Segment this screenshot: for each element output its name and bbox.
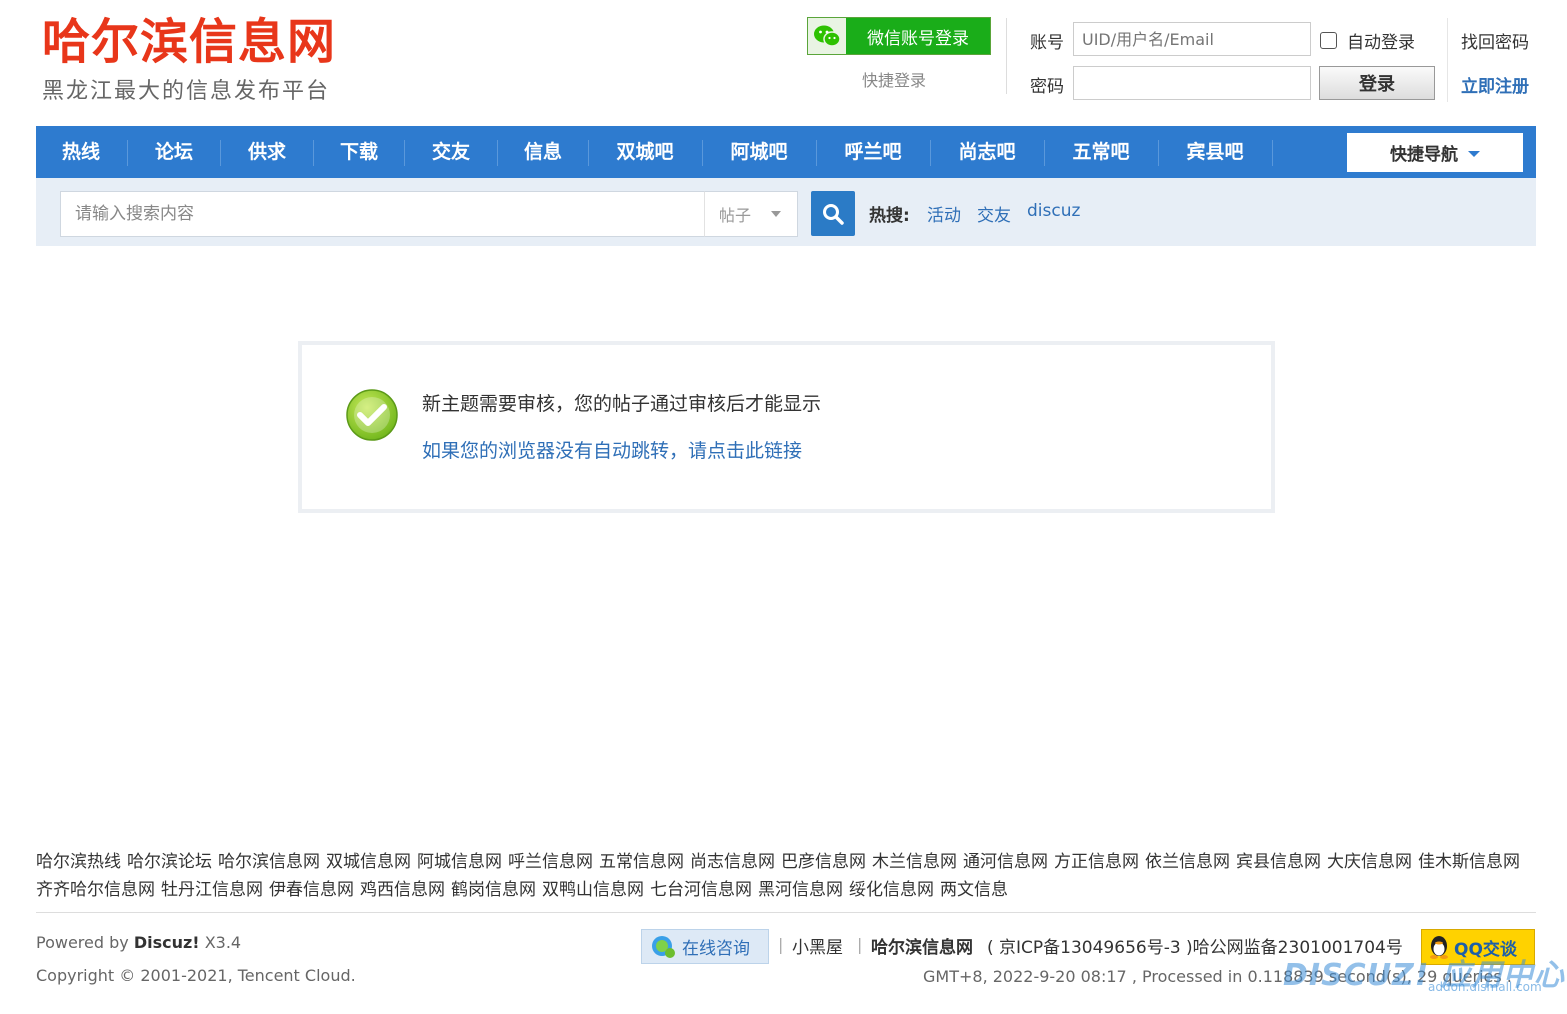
friend-link[interactable]: 通河信息网 xyxy=(963,852,1048,872)
nav-item-rexian[interactable]: 热线 xyxy=(36,126,126,178)
friend-link[interactable]: 两文信息 xyxy=(940,880,1008,900)
nav-item-hulan[interactable]: 呼兰吧 xyxy=(817,126,929,178)
friend-link[interactable]: 双城信息网 xyxy=(326,852,411,872)
quick-login-label: 快捷登录 xyxy=(862,71,927,90)
nav-item-jiaoyou[interactable]: 交友 xyxy=(405,126,497,178)
friend-link[interactable]: 阿城信息网 xyxy=(417,852,502,872)
friend-link[interactable]: 齐齐哈尔信息网 xyxy=(36,880,155,900)
quick-nav-dropdown[interactable]: 快捷导航 xyxy=(1347,133,1523,172)
friend-link[interactable]: 呼兰信息网 xyxy=(508,852,593,872)
online-consult-button[interactable]: 在线咨询 xyxy=(641,929,769,964)
nav-item-acheng[interactable]: 阿城吧 xyxy=(703,126,815,178)
site-logo-title[interactable]: 哈尔滨信息网 xyxy=(42,14,336,70)
friend-link[interactable]: 方正信息网 xyxy=(1054,852,1139,872)
friend-link[interactable]: 尚志信息网 xyxy=(690,852,775,872)
nav-item-xinxi[interactable]: 信息 xyxy=(498,126,588,178)
friend-link[interactable]: 哈尔滨论坛 xyxy=(127,852,212,872)
wechat-login-label: 微信账号登录 xyxy=(846,18,990,54)
friend-link[interactable]: 鹤岗信息网 xyxy=(451,880,536,900)
friend-link[interactable]: 五常信息网 xyxy=(599,852,684,872)
message-text: 新主题需要审核，您的帖子通过审核后才能显示 xyxy=(422,393,822,415)
login-button[interactable]: 登录 xyxy=(1319,66,1435,100)
password-label: 密码 xyxy=(1030,77,1064,97)
nav-item-binxian[interactable]: 宾县吧 xyxy=(1159,126,1271,178)
friend-link[interactable]: 哈尔滨热线 xyxy=(36,852,121,872)
copyright: Copyright © 2001-2021, Tencent Cloud. xyxy=(36,966,356,985)
watermark-url: addon.dismall.com xyxy=(1428,980,1542,994)
footer-separator: | xyxy=(857,935,863,954)
hot-search-label: 热搜: xyxy=(869,206,910,226)
quick-nav-label: 快捷导航 xyxy=(1390,145,1458,165)
friend-link[interactable]: 巴彦信息网 xyxy=(781,852,866,872)
friend-link[interactable]: 伊春信息网 xyxy=(269,880,354,900)
nav-item-wuchang[interactable]: 五常吧 xyxy=(1045,126,1157,178)
footer-separator: | xyxy=(778,935,784,954)
nav-item-shuangcheng[interactable]: 双城吧 xyxy=(589,126,701,178)
forgot-password-link[interactable]: 找回密码 xyxy=(1461,28,1529,53)
friend-link[interactable]: 牡丹江信息网 xyxy=(161,880,263,900)
search-button[interactable] xyxy=(811,191,855,236)
powered-by: Powered by Discuz! X3.4 xyxy=(36,933,241,952)
nav-item-luntan[interactable]: 论坛 xyxy=(128,126,220,178)
hot-search-link[interactable]: 交友 xyxy=(977,201,1011,226)
search-icon xyxy=(823,203,844,225)
wechat-login-button[interactable]: 微信账号登录 xyxy=(807,17,991,55)
search-type-value: 帖子 xyxy=(719,206,752,225)
chat-bubble-icon xyxy=(652,935,675,958)
powered-version: X3.4 xyxy=(199,933,242,952)
online-consult-label: 在线咨询 xyxy=(682,939,750,959)
redirect-link[interactable]: 如果您的浏览器没有自动跳转，请点击此链接 xyxy=(422,436,802,463)
search-type-select[interactable]: 帖子 xyxy=(704,191,798,237)
auto-login-checkbox[interactable] xyxy=(1320,32,1337,49)
nav-item-gongqiu[interactable]: 供求 xyxy=(221,126,313,178)
header-divider xyxy=(1006,18,1007,94)
header-divider-2 xyxy=(1447,18,1448,102)
friend-links: 哈尔滨热线 哈尔滨论坛 哈尔滨信息网 双城信息网 阿城信息网 呼兰信息网 五常信息网 尚志信息… xyxy=(36,848,1536,904)
nav-divider xyxy=(1272,140,1273,166)
friend-link[interactable]: 依兰信息网 xyxy=(1145,852,1230,872)
main-nav: 热线 论坛 供求 下载 交友 信息 双城吧 阿城吧 呼兰吧 尚志吧 五常吧 宾县… xyxy=(36,126,1536,178)
friend-link[interactable]: 宾县信息网 xyxy=(1236,852,1321,872)
friend-link[interactable]: 哈尔滨信息网 xyxy=(218,852,320,872)
nav-item-shangzhi[interactable]: 尚志吧 xyxy=(931,126,1043,178)
site-name-link[interactable]: 哈尔滨信息网 xyxy=(871,933,973,958)
friend-link[interactable]: 绥化信息网 xyxy=(849,880,934,900)
discuz-link[interactable]: Discuz! xyxy=(134,933,200,952)
friend-link[interactable]: 黑河信息网 xyxy=(758,880,843,900)
friend-link[interactable]: 双鸭山信息网 xyxy=(542,880,644,900)
nav-item-xiazai[interactable]: 下载 xyxy=(314,126,404,178)
friend-link[interactable]: 大庆信息网 xyxy=(1327,852,1412,872)
xiaoheiwu-link[interactable]: 小黑屋 xyxy=(792,933,843,958)
chevron-down-icon xyxy=(771,211,782,217)
account-label: 账号 xyxy=(1030,33,1064,53)
chevron-down-icon xyxy=(1468,151,1480,157)
wechat-icon xyxy=(808,18,846,54)
search-input[interactable]: 请输入搜索内容 xyxy=(60,191,705,237)
auto-login-label[interactable]: 自动登录 xyxy=(1347,28,1415,53)
register-link[interactable]: 立即注册 xyxy=(1461,72,1529,97)
account-input[interactable] xyxy=(1073,22,1311,56)
friend-link[interactable]: 七台河信息网 xyxy=(650,880,752,900)
powered-prefix: Powered by xyxy=(36,933,134,952)
password-input[interactable] xyxy=(1073,66,1311,100)
hot-search-link[interactable]: discuz xyxy=(1027,201,1080,221)
friend-link[interactable]: 鸡西信息网 xyxy=(360,880,445,900)
footer-divider xyxy=(36,912,1536,913)
friend-link[interactable]: 佳木斯信息网 xyxy=(1418,852,1520,872)
site-slogan: 黑龙江最大的信息发布平台 xyxy=(42,79,331,104)
message-box xyxy=(298,341,1275,513)
hot-search-link[interactable]: 活动 xyxy=(927,201,961,226)
friend-link[interactable]: 木兰信息网 xyxy=(872,852,957,872)
success-check-icon xyxy=(346,389,398,441)
